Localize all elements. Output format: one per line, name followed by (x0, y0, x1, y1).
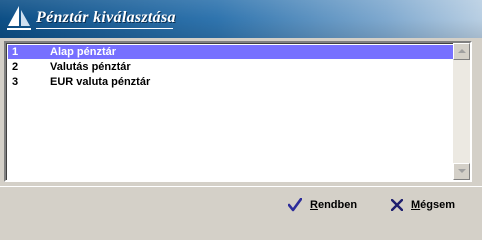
cashbox-listbox[interactable]: 1 Alap pénztár 2 Valutás pénztár 3 EUR v… (4, 41, 472, 182)
cancel-accelerator-key: M (411, 199, 421, 211)
close-icon (391, 199, 403, 211)
vertical-scrollbar[interactable] (453, 43, 470, 180)
dialog-title: Pénztár kiválasztása (36, 9, 176, 26)
scroll-up-button[interactable] (453, 43, 470, 60)
list-item-number: 2 (12, 61, 19, 73)
cancel-label-rest: égsem (420, 199, 456, 211)
ok-accelerator-key: R (310, 199, 318, 211)
list-item[interactable]: 3 EUR valuta pénztár (8, 75, 455, 89)
cancel-button[interactable]: Mégsem (391, 195, 455, 215)
sailboat-logo-icon (7, 6, 31, 30)
title-underline (36, 28, 173, 29)
ok-button[interactable]: Rendben (288, 195, 357, 215)
bottom-separator (0, 186, 482, 187)
list-item-name: EUR valuta pénztár (50, 76, 151, 88)
select-cashbox-dialog: Pénztár kiválasztása 1 Alap pénztár 2 Va… (0, 0, 482, 228)
cancel-button-label: Mégsem (411, 199, 455, 211)
list-item-number: 3 (12, 76, 19, 88)
check-icon (288, 198, 302, 212)
list-item[interactable]: 1 Alap pénztár (8, 45, 455, 59)
list-item-name: Alap pénztár (50, 46, 117, 58)
title-banner: Pénztár kiválasztása (0, 0, 482, 38)
arrow-up-icon (458, 49, 466, 53)
scroll-down-button[interactable] (453, 163, 470, 180)
ok-button-label: Rendben (310, 199, 357, 211)
listbox-content: 1 Alap pénztár 2 Valutás pénztár 3 EUR v… (6, 43, 455, 180)
ok-label-rest: endben (317, 199, 358, 211)
list-item-number: 1 (12, 46, 19, 58)
arrow-down-icon (458, 169, 466, 173)
list-item-name: Valutás pénztár (50, 61, 131, 73)
list-item[interactable]: 2 Valutás pénztár (8, 60, 455, 74)
